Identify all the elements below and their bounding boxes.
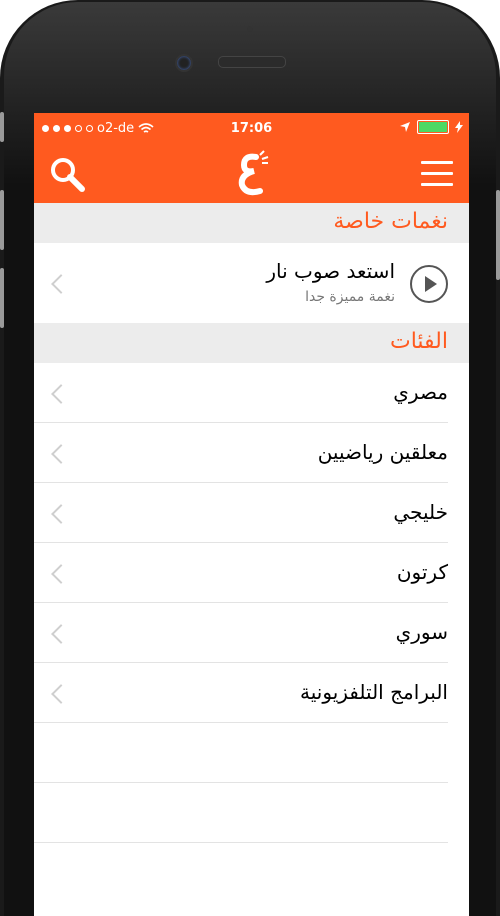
section-categories: الفئات [34,323,469,363]
category-label: معلقين رياضيين [317,440,448,464]
divider [34,782,448,783]
category-row[interactable]: البرامج التلفزيونية [34,663,469,723]
mute-switch [0,112,4,142]
ringtone-subtitle: نغمة مميزة جدا [305,289,395,305]
play-icon[interactable] [410,265,448,303]
chevron-left-icon [51,504,71,524]
category-row[interactable]: مصري [34,363,469,423]
category-row[interactable]: سوري [34,603,469,663]
menu-icon[interactable] [421,161,455,187]
front-camera [175,54,193,72]
category-row[interactable]: معلقين رياضيين [34,423,469,483]
category-label: خليجي [393,500,448,524]
featured-ringtone-row[interactable]: استعد صوب نار نغمة مميزة جدا [34,243,469,323]
chevron-left-icon [51,274,71,294]
charging-bolt-icon [455,121,463,133]
status-bar: o2-de 17:06 [34,113,469,143]
status-right [399,120,463,134]
earpiece-speaker [218,56,286,68]
section-title-featured: نغمات خاصة [333,209,448,234]
category-row[interactable]: خليجي [34,483,469,543]
category-label: مصري [393,380,448,404]
volume-up-button [0,190,4,250]
divider [34,842,448,843]
proximity-sensor [247,26,253,32]
logo-icon [238,150,269,196]
volume-down-button [0,268,4,328]
category-label: البرامج التلفزيونية [300,680,448,704]
chevron-left-icon [51,684,71,704]
section-featured: نغمات خاصة [34,203,469,243]
divider [34,722,448,723]
location-arrow-icon [400,122,410,132]
app-header: o2-de 17:06 [34,113,469,203]
category-label: كرتون [396,560,448,584]
category-row[interactable]: كرتون [34,543,469,603]
power-button [496,190,500,280]
battery-icon [417,120,449,134]
category-label: سوري [395,620,448,644]
section-title-categories: الفئات [390,329,448,354]
ringtone-title: استعد صوب نار [266,259,395,283]
chevron-left-icon [51,624,71,644]
chevron-left-icon [51,384,71,404]
screen: o2-de 17:06 نغمات خاصة استعد صوب نار نغم… [34,113,469,916]
chevron-left-icon [51,564,71,584]
chevron-left-icon [51,444,71,464]
search-icon[interactable] [48,155,88,195]
